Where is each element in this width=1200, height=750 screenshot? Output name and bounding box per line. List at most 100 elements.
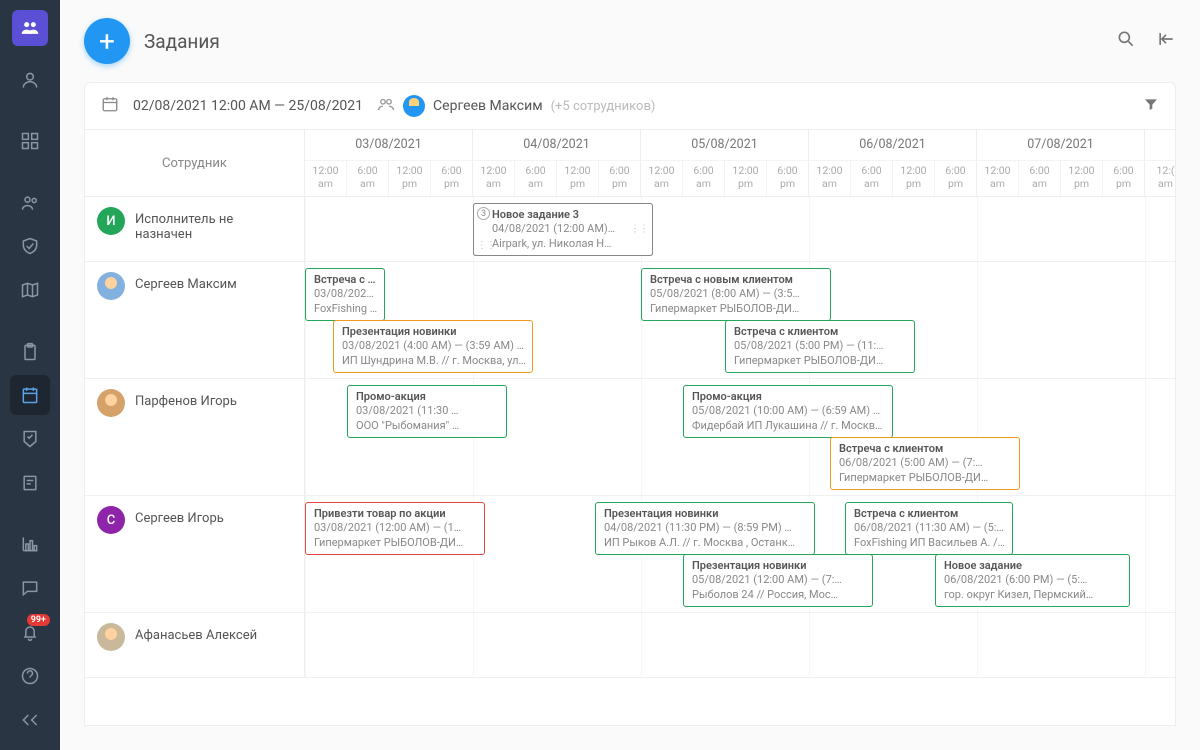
task-time: 05/08/2021 (8:00 AM) — (3:5… — [650, 287, 824, 301]
task-time: 05/08/2021 (12:00 AM) — (7:… — [692, 573, 866, 587]
create-button[interactable]: + — [84, 18, 130, 64]
employee-avatar — [97, 623, 125, 651]
time-header: 6:00am — [851, 161, 893, 196]
task-title: Презентация новинки — [604, 507, 808, 521]
task-location: ООО "Рыбомания" … — [356, 419, 500, 433]
task-card[interactable]: Промо-акция05/08/2021 (10:00 AM) — (6:59… — [683, 385, 893, 438]
employee-avatar: С — [97, 506, 125, 534]
task-title: Встреча с клиентом — [854, 507, 1006, 521]
people-icon[interactable] — [10, 183, 50, 223]
task-time: 03/08/2021 (12:00 AM) — (1… — [314, 521, 478, 535]
task-location: FoxFishing ИП Васильев А. /… — [854, 536, 1006, 550]
clipboard-icon[interactable] — [10, 332, 50, 372]
drag-handle-icon[interactable]: ⋮⋮ — [630, 223, 648, 236]
task-time: 03/08/2021 (4:00 AM) — (3:59 AM) 0… — [342, 339, 526, 353]
date-range[interactable]: 02/08/2021 12:00 AM — 25/08/2021 — [133, 98, 363, 114]
notif-badge: 99+ — [27, 614, 50, 626]
chart-icon[interactable] — [10, 524, 50, 564]
people-filter[interactable]: Сергеев Максим (+5 сотрудников) — [377, 95, 655, 117]
task-card[interactable]: Привезти товар по акции03/08/2021 (12:00… — [305, 502, 485, 555]
task-time: 03/08/2021 (11:30 … — [356, 404, 500, 418]
time-header: 12:00pm — [893, 161, 935, 196]
date-header: 03/08/2021 — [305, 130, 473, 160]
search-icon[interactable] — [1116, 29, 1136, 53]
collapse-right-icon[interactable] — [1156, 29, 1176, 53]
calendar-tasks-icon[interactable] — [10, 375, 50, 415]
task-title: Встреча с новым клиентом — [650, 273, 824, 287]
task-card[interactable]: Встреча с клиентом06/08/2021 (5:00 AM) —… — [830, 437, 1020, 490]
time-header: 6:00pm — [1103, 161, 1145, 196]
time-header: 6:00pm — [599, 161, 641, 196]
task-location: Гипермаркет РЫБОЛОВ-ДИ… — [839, 471, 1013, 485]
employee-header: Сотрудник — [85, 130, 304, 196]
time-header: 12:00pm — [1061, 161, 1103, 196]
task-title: Промо-акция — [692, 390, 886, 404]
task-time: 06/08/2021 (5:00 AM) — (7:… — [839, 456, 1013, 470]
task-time: 03/08/2021 … — [314, 287, 378, 301]
employee-avatar: И — [97, 207, 125, 235]
task-time: 05/08/2021 (5:00 PM) — (11:… — [734, 339, 908, 353]
topbar: + Задания — [60, 0, 1200, 74]
sidebar: 99+ — [0, 0, 60, 750]
task-title: Встреча с … — [314, 273, 378, 287]
gantt-grid: Сотрудник 03/08/202104/08/2021 05/08/2021… — [84, 129, 1176, 726]
task-title: Презентация новинки — [342, 325, 526, 339]
drag-handle-icon[interactable]: ⋮⋮ — [477, 239, 495, 252]
employee-row: Парфенов ИгорьПромо-акция03/08/2021 (11:… — [85, 379, 1175, 496]
task-location: ИП Рыков А.Л. // г. Москва , Останк… — [604, 536, 808, 550]
time-header: 6:00am — [683, 161, 725, 196]
task-location: ИП Шундрина М.В. // г. Москва, ул. … — [342, 354, 526, 368]
task-card[interactable]: Встреча с …03/08/2021 …FoxFishing … — [305, 268, 385, 321]
collapse-icon[interactable] — [10, 700, 50, 740]
task-card[interactable]: 3Новое задание 304/08/2021 (12:00 AM)…Ai… — [473, 203, 653, 256]
user-avatar — [403, 95, 425, 117]
task-location: Airpark, ул. Николая Н… — [492, 237, 646, 251]
task-location: Гипермаркет РЫБОЛОВ-ДИ… — [650, 302, 824, 316]
help-icon[interactable] — [10, 656, 50, 696]
task-title: Встреча с клиентом — [839, 442, 1013, 456]
task-time: 06/08/2021 (6:00 PM) — (5:… — [944, 573, 1123, 587]
task-card[interactable]: Встреча с новым клиентом05/08/2021 (8:00… — [641, 268, 831, 321]
task-card[interactable]: Презентация новинки04/08/2021 (11:30 PM)… — [595, 502, 815, 555]
note-icon[interactable] — [10, 463, 50, 503]
shield-icon[interactable] — [10, 227, 50, 267]
chat-icon[interactable] — [10, 568, 50, 608]
task-location: Гипермаркет РЫБОЛОВ-ДИ… — [734, 354, 908, 368]
calendar-icon[interactable] — [101, 95, 119, 117]
employee-avatar — [97, 272, 125, 300]
task-card[interactable]: Презентация новинки05/08/2021 (12:00 AM)… — [683, 554, 873, 607]
task-time: 04/08/2021 (12:00 AM)… — [492, 222, 646, 236]
task-title: Привезти товар по акции — [314, 507, 478, 521]
task-title: Новое задание 3 — [492, 208, 646, 222]
task-card[interactable]: Встреча с клиентом06/08/2021 (11:30 AM) … — [845, 502, 1013, 555]
task-title: Презентация новинки — [692, 559, 866, 573]
employee-row: Сергеев Максим Встреча с …03/08/2021 …Fox… — [85, 262, 1175, 379]
task-card[interactable]: Промо-акция03/08/2021 (11:30 …ООО "Рыбом… — [347, 385, 507, 438]
time-header: 12:00am — [473, 161, 515, 196]
brand-icon[interactable] — [12, 10, 48, 46]
employee-name: Сергеев Максим — [135, 272, 237, 292]
notifications-icon[interactable]: 99+ — [10, 612, 50, 652]
employee-name: Афанасьев Алексей — [135, 623, 257, 643]
toolbar: 02/08/2021 12:00 AM — 25/08/2021 Сергеев… — [84, 82, 1176, 129]
task-time: 06/08/2021 (11:30 AM) — (5:… — [854, 521, 1006, 535]
time-header: 6:00pm — [431, 161, 473, 196]
filter-icon[interactable] — [1143, 96, 1159, 116]
extra-users: (+5 сотрудников) — [551, 99, 656, 114]
time-header: 12:00am — [977, 161, 1019, 196]
task-card[interactable]: Новое задание06/08/2021 (6:00 PM) — (5:…… — [935, 554, 1130, 607]
badge-icon[interactable] — [10, 419, 50, 459]
task-card[interactable]: Презентация новинки03/08/2021 (4:00 AM) … — [333, 320, 533, 373]
map-icon[interactable] — [10, 270, 50, 310]
task-location: FoxFishing … — [314, 302, 378, 316]
employee-row: ССергеев ИгорьПривезти товар по акции03/… — [85, 496, 1175, 613]
date-header: 07/08/2021 — [977, 130, 1145, 160]
task-order: 3 — [477, 207, 490, 220]
employee-row: Афанасьев Алексей — [85, 613, 1175, 678]
profile-icon[interactable] — [10, 60, 50, 100]
date-header: 04/08/2021 — [473, 130, 641, 160]
task-card[interactable]: Встреча с клиентом05/08/2021 (5:00 PM) —… — [725, 320, 915, 373]
task-title: Новое задание — [944, 559, 1123, 573]
employee-row: ИИсполнитель не назначен1Новое задание04… — [85, 197, 1175, 262]
dashboard-icon[interactable] — [10, 121, 50, 161]
